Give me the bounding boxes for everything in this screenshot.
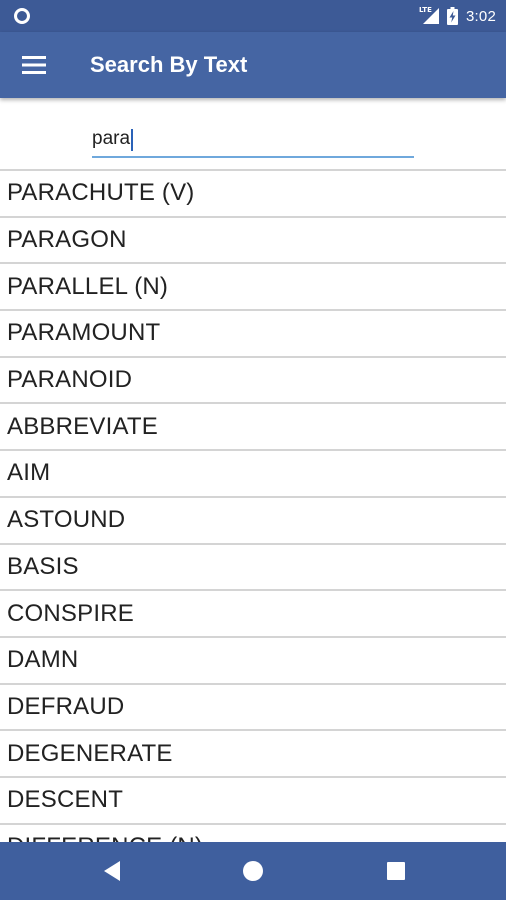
home-icon — [243, 861, 263, 881]
back-button[interactable] — [82, 842, 142, 900]
recents-button[interactable] — [366, 842, 426, 900]
list-item[interactable]: PARANOID — [0, 355, 506, 403]
search-input[interactable] — [92, 126, 414, 158]
hamburger-menu-icon — [22, 56, 46, 74]
list-item[interactable]: PARALLEL (N) — [0, 262, 506, 310]
list-item[interactable]: DIFFERENCE (N) — [0, 822, 506, 842]
recents-icon — [387, 862, 405, 880]
list-item[interactable]: DAMN — [0, 635, 506, 683]
list-item[interactable]: PARACHUTE (V) — [0, 169, 506, 216]
lte-signal-icon: LTE — [419, 6, 439, 25]
app-bar: Search By Text — [0, 32, 506, 98]
list-item[interactable]: PARAGON — [0, 215, 506, 263]
back-icon — [104, 861, 120, 881]
navigation-bar — [0, 842, 506, 900]
list-item[interactable]: DEGENERATE — [0, 729, 506, 776]
status-icons: LTE 3:02 — [419, 0, 496, 32]
notification-circle-icon — [14, 8, 30, 24]
list-item[interactable]: DEFRAUD — [0, 682, 506, 730]
status-time: 3:02 — [466, 7, 496, 25]
menu-button[interactable] — [14, 45, 54, 85]
network-label: LTE — [419, 6, 432, 14]
list-item[interactable]: AIM — [0, 449, 506, 496]
search-area — [0, 98, 506, 170]
page-title: Search By Text — [90, 52, 248, 77]
status-bar: LTE 3:02 — [0, 0, 506, 32]
text-cursor — [131, 129, 134, 151]
list-item[interactable]: PARAMOUNT — [0, 309, 506, 356]
home-button[interactable] — [223, 842, 283, 900]
list-item[interactable]: CONSPIRE — [0, 589, 506, 636]
results-list[interactable]: PARACHUTE (V) PARAGON PARALLEL (N) PARAMOUN… — [0, 169, 506, 842]
list-item[interactable]: BASIS — [0, 542, 506, 590]
list-item[interactable]: ASTOUND — [0, 495, 506, 543]
list-item[interactable]: DESCENT — [0, 775, 506, 823]
battery-charging-icon — [447, 7, 458, 25]
list-item[interactable]: ABBREVIATE — [0, 402, 506, 450]
